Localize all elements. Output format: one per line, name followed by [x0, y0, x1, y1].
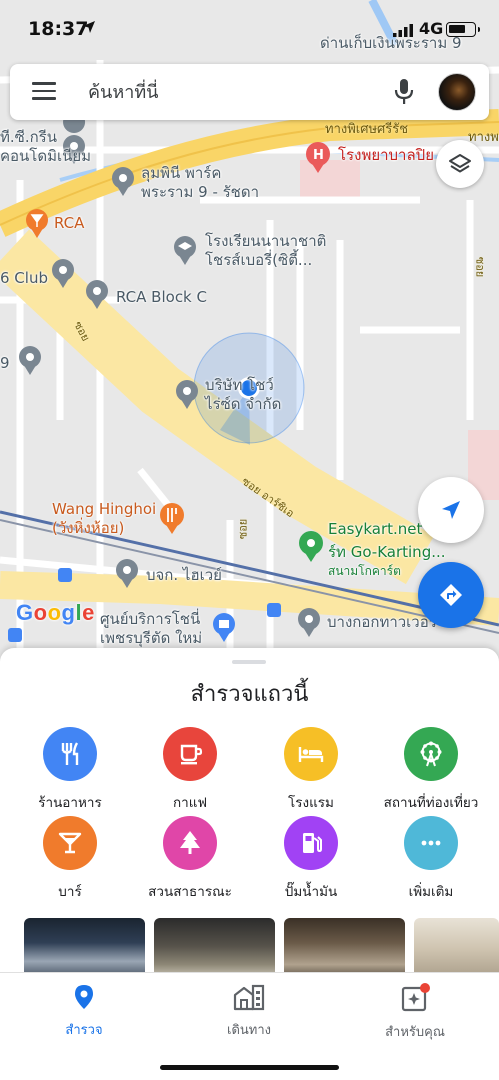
signal-bars-icon [393, 24, 413, 37]
category-label: ร้านอาหาร [38, 795, 102, 811]
user-avatar[interactable] [438, 73, 476, 111]
category-label: สวนสาธารณะ [148, 884, 232, 900]
network-type: 4G [419, 19, 444, 38]
microphone-icon[interactable] [394, 78, 414, 106]
poi-easykart[interactable]: Easykart.net [328, 520, 422, 539]
category-label: กาแฟ [172, 795, 207, 811]
poi-tc-green[interactable]: ที.ซี.กรีน คอนโดมิเนียม [0, 128, 91, 166]
category-label: ปั๊มน้ำมัน [284, 884, 338, 900]
category-restaurant[interactable]: ร้านอาหาร [11, 727, 129, 813]
battery-icon [446, 22, 480, 37]
status-time: 18:37 [28, 18, 89, 40]
poi-highway-co[interactable]: บจก. ไฮเวย์ [146, 566, 222, 585]
category-bar[interactable]: บาร์ [11, 816, 129, 902]
nav-commute-label: เดินทาง [227, 1023, 271, 1038]
poi-nine[interactable]: 9 [0, 354, 10, 373]
poi-go-kart-track: สนามโกคาร์ต [328, 564, 401, 578]
home-indicator[interactable] [160, 1065, 339, 1070]
nav-explore-label: สำรวจ [65, 1023, 103, 1038]
explore-sheet[interactable]: สำรวจแถวนี้ ร้านอาหาร กาแฟ โรงแรม สถานที… [0, 648, 499, 978]
category-park[interactable]: สวนสาธารณะ [131, 816, 249, 902]
nearby-photo-4[interactable] [414, 918, 499, 978]
coffee-icon [163, 727, 217, 781]
bottom-navigation: สำรวจ เดินทาง สำหรับคุณ [0, 972, 499, 1080]
nearby-photo-2[interactable] [154, 918, 275, 978]
nearby-photo-1[interactable] [24, 918, 145, 978]
category-hotel[interactable]: โรงแรม [252, 727, 370, 813]
google-logo: Google [16, 600, 95, 625]
poi-wang-hinghoi[interactable]: Wang Hinghoi (วังหิ่งห้อย) [52, 500, 156, 538]
notification-dot [420, 983, 430, 993]
layers-icon [449, 154, 471, 173]
poi-rca-block-c[interactable]: RCA Block C [116, 288, 207, 307]
category-label: บาร์ [58, 884, 82, 900]
poi-hospital[interactable]: โรงพยาบาลปิย [338, 146, 434, 165]
search-input[interactable] [88, 76, 368, 108]
category-gas-station[interactable]: ปั๊มน้ำมัน [252, 816, 370, 902]
hamburger-menu-icon[interactable] [32, 82, 56, 102]
location-arrow-icon [83, 21, 95, 33]
nav-for-you[interactable]: สำหรับคุณ [355, 983, 475, 1042]
road-label-soi-3: ซอย [236, 518, 250, 540]
for-you-icon [401, 983, 430, 1012]
gas-station-icon [284, 816, 338, 870]
poi-school[interactable]: โรงเรียนนานาชาติ โชรส์เบอรี่(ซิตี้... [205, 232, 326, 270]
hotel-icon [284, 727, 338, 781]
svg-text:H: H [313, 148, 324, 163]
poi-6-club[interactable]: 6 Club [0, 269, 48, 288]
status-bar: 18:37 4G [0, 0, 499, 58]
restaurant-icon [43, 727, 97, 781]
directions-button[interactable] [418, 562, 484, 628]
sheet-drag-handle[interactable] [232, 660, 266, 664]
category-attractions[interactable]: สถานที่ท่องเที่ยว [372, 727, 490, 813]
nav-commute[interactable]: เดินทาง [189, 983, 309, 1040]
explore-pin-icon [75, 985, 93, 1009]
navigation-arrow-icon [442, 501, 460, 519]
park-icon [163, 816, 217, 870]
poi-lumpini-park[interactable]: ลุมพินี พาร์ค พระราม 9 - รัชดา [141, 164, 259, 202]
category-label: เพิ่มเติม [408, 884, 454, 900]
attraction-icon [404, 727, 458, 781]
road-label-expressway: ทางพิเศษศรีรัช [325, 122, 409, 137]
layers-button[interactable] [436, 140, 484, 188]
nearby-photo-3[interactable] [284, 918, 405, 978]
category-label: สถานที่ท่องเที่ยว [383, 795, 479, 811]
poi-go-karting[interactable]: ร์ท Go-Karting... [328, 543, 446, 562]
bar-icon [43, 816, 97, 870]
more-icon [404, 816, 458, 870]
my-location-button[interactable] [418, 477, 484, 543]
nav-explore[interactable]: สำรวจ [24, 983, 144, 1040]
poi-rca[interactable]: RCA [54, 214, 84, 233]
poi-company[interactable]: บริษัท โชว์ ไร่ซ์ด จำกัด [205, 376, 281, 414]
category-coffee[interactable]: กาแฟ [131, 727, 249, 813]
poi-bangkok-tower[interactable]: บางกอกทาวเวอร์ [327, 613, 437, 632]
directions-icon [440, 584, 462, 606]
search-bar[interactable] [10, 64, 489, 120]
nav-for-you-label: สำหรับคุณ [385, 1025, 445, 1040]
category-label: โรงแรม [288, 795, 334, 811]
commute-icon [233, 984, 265, 1011]
poi-service-center[interactable]: ศูนย์บริการโชนี่ เพชรบุรีตัด ใหม่ [100, 610, 202, 648]
road-label-soi-2: ซอย [473, 256, 487, 278]
sheet-title: สำรวจแถวนี้ [190, 682, 309, 707]
category-more[interactable]: เพิ่มเติม [372, 816, 490, 902]
